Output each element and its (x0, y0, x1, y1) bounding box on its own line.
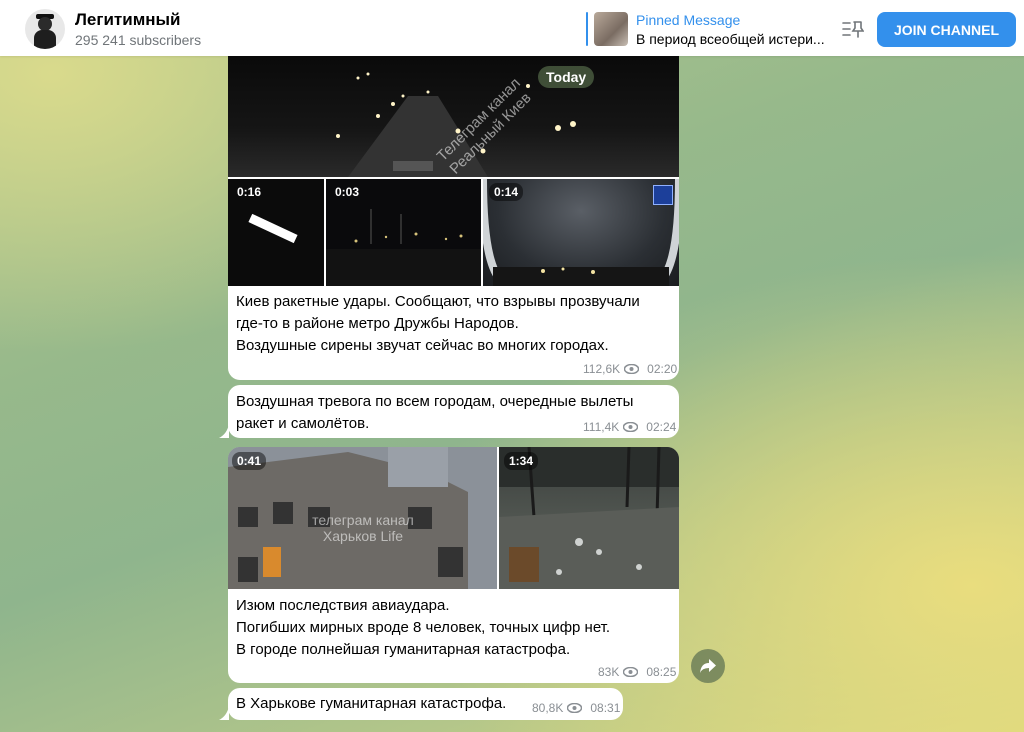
video-main[interactable]: Телеграм канал Реальный Киев (228, 56, 679, 178)
caption-line: Погибших мирных вроде 8 человек, точных … (236, 619, 611, 636)
message-caption: Киев ракетные удары. Сообщают, что взрыв… (236, 291, 676, 357)
join-channel-button[interactable]: JOIN CHANNEL (877, 12, 1016, 47)
view-count: 83K (598, 665, 620, 679)
video-thumb-building[interactable]: телеграм канал Харьков Life 0:41 (228, 447, 497, 589)
message-2: Воздушная тревога по всем городам, очере… (228, 385, 679, 438)
subscriber-count: 295 241 subscribers (75, 32, 202, 48)
bubble-tail (219, 424, 229, 438)
caption-line: В Харькове гуманитарная катастрофа. (236, 695, 507, 712)
message-caption: В Харькове гуманитарная катастрофа. (236, 693, 506, 715)
date-badge: Today (538, 66, 595, 88)
video-thumb-2[interactable]: 0:03 (326, 179, 481, 286)
caption-line: Изюм последствия авиаудара. (236, 597, 450, 614)
eye-icon (567, 703, 583, 713)
share-button[interactable] (691, 649, 725, 683)
channel-logo-icon (653, 185, 673, 205)
caption-line: Воздушные сирены звучат сейчас во многих… (236, 337, 609, 354)
duration-label: 0:41 (232, 452, 267, 470)
message-meta: 83K 08:25 (598, 665, 676, 679)
watermark-line: Харьков Life (322, 528, 404, 544)
message-1: Телеграм канал Реальный Киев 0:16 0:03 0… (228, 56, 679, 380)
pinned-thumbnail[interactable] (594, 12, 628, 46)
share-arrow-icon (700, 659, 716, 673)
video-thumb-3[interactable]: 0:14 (483, 179, 679, 286)
eye-icon (623, 667, 639, 677)
channel-name[interactable]: Легитимный (75, 10, 181, 30)
pinned-message-label[interactable]: Pinned Message (636, 12, 740, 28)
duration-label: 0:16 (237, 185, 262, 199)
watermark-line: телеграм канал (312, 512, 414, 528)
video-thumb-street[interactable]: 1:34 (499, 447, 679, 589)
caption-line: Киев ракетные удары. Сообщают, что взрыв… (236, 293, 640, 310)
duration-label: 1:34 (504, 452, 539, 470)
bubble-tail (219, 706, 229, 720)
pinned-indicator (586, 12, 588, 46)
message-meta: 112,6K 02:20 (583, 362, 677, 376)
pinned-list-icon[interactable] (842, 19, 864, 39)
view-count: 112,6K (583, 362, 621, 376)
channel-header: Легитимный 295 241 subscribers Pinned Me… (0, 0, 1024, 56)
message-meta: 111,4K 02:24 (583, 420, 676, 434)
caption-line: В городе полнейшая гуманитарная катастро… (236, 641, 571, 658)
channel-watermark: телеграм канал Харьков Life (308, 512, 418, 544)
message-time: 08:25 (646, 665, 677, 679)
eye-icon (624, 364, 640, 374)
message-time: 08:31 (590, 701, 621, 715)
message-caption: Изюм последствия авиаудара. Погибших мир… (236, 595, 676, 661)
video-thumb-1[interactable]: 0:16 (228, 179, 324, 286)
eye-icon (623, 422, 639, 432)
message-time: 02:24 (646, 420, 677, 434)
view-count: 80,8K (532, 701, 564, 715)
message-time: 02:20 (647, 362, 678, 376)
duration-label: 0:14 (489, 183, 524, 201)
view-count: 111,4K (583, 420, 620, 434)
caption-line: где-то в районе метро Дружбы Народов. (236, 315, 519, 332)
message-4: В Харькове гуманитарная катастрофа. 80,8… (228, 688, 623, 720)
duration-label: 0:03 (335, 185, 360, 199)
caption-line: Воздушная тревога по всем городам, очере… (236, 393, 634, 410)
message-3: телеграм канал Харьков Life 0:41 1:34 Из… (228, 447, 679, 683)
pinned-message-text[interactable]: В период всеобщей истери... (636, 31, 826, 47)
message-meta: 80,8K 08:31 (532, 701, 620, 715)
channel-avatar[interactable] (25, 9, 65, 49)
